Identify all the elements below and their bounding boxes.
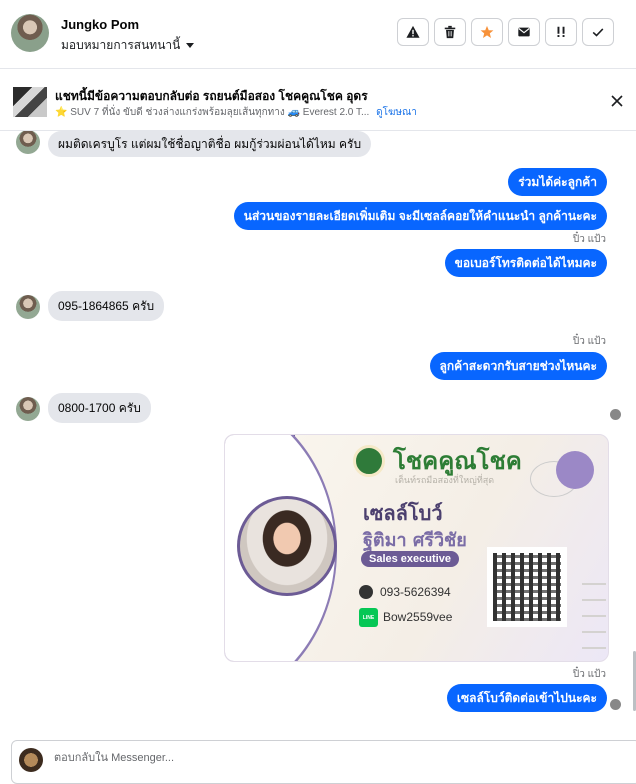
checkmark-icon	[592, 28, 604, 37]
ad-thumbnail[interactable]	[13, 87, 47, 117]
outgoing-message[interactable]: ลูกค้าสะดวกรับสายช่วงไหนคะ	[429, 352, 607, 380]
star-icon	[480, 25, 494, 38]
conversation-header: Jungko Pom มอบหมายการสนทนานี้	[0, 0, 636, 69]
read-receipt-avatar	[610, 409, 621, 420]
line-icon: LINE	[359, 608, 378, 627]
caret-down-icon	[186, 43, 195, 48]
follow-up-button[interactable]	[545, 18, 577, 46]
warning-triangle-icon	[406, 25, 420, 38]
sparkle-icon: ✦	[237, 633, 249, 649]
ad-context-banner: แชทนี้มีข้อความตอบกลับต่อ รถยนต์มือสอง โ…	[0, 69, 636, 131]
ad-title: แชทนี้มีข้อความตอบกลับต่อ รถยนต์มือสอง โ…	[55, 89, 368, 103]
incoming-message[interactable]: 0800-1700 ครับ	[48, 393, 151, 423]
sender-label: ปิ๋ว แป้ว	[572, 336, 606, 347]
sender-label: ปิ๋ว แป้ว	[572, 669, 606, 680]
exclamation-icon	[557, 26, 565, 37]
contact-avatar-small	[16, 131, 40, 154]
contact-name[interactable]: Jungko Pom	[61, 17, 139, 32]
contact-avatar-small	[16, 295, 40, 319]
card-phone: 093-5626394	[380, 585, 451, 599]
assign-label: มอบหมายการสนทนานี้	[61, 38, 181, 52]
incoming-message[interactable]: 095-1864865 ครับ	[48, 291, 165, 321]
done-button[interactable]	[582, 18, 614, 46]
card-tagline: เต็นท์รถมือสองที่ใหญ่ที่สุด	[395, 475, 495, 485]
sparkle-icon: ✦	[237, 447, 249, 463]
spam-button[interactable]	[397, 18, 429, 46]
envelope-icon	[518, 27, 530, 37]
trash-icon	[444, 25, 456, 39]
read-receipt-avatar	[610, 699, 621, 710]
contact-avatar-small	[16, 397, 40, 421]
star-button[interactable]	[471, 18, 503, 46]
qr-code	[487, 547, 567, 627]
message-thread[interactable]: ผมติดเครบูโร แต่ผมใช้ชื่อญาติชื่อ ผมกู้ร…	[0, 131, 636, 736]
outgoing-message[interactable]: นส่วนของรายละเอียดเพิ่มเติม จะมีเซลล์คอย…	[233, 202, 607, 230]
delete-button[interactable]	[434, 18, 466, 46]
sales-photo	[237, 496, 337, 596]
outgoing-message[interactable]: ร่วมได้ค่ะลูกค้า	[508, 168, 607, 196]
brand-logo-icon	[353, 445, 385, 477]
card-line-id: Bow2559vee	[383, 610, 453, 624]
business-card-image[interactable]: ✦ ✦ โชคคูณโชค เต็นท์รถมือสองที่ใหญ่ที่สุ…	[224, 434, 609, 662]
card-circle-decoration	[556, 451, 594, 489]
outgoing-message[interactable]: ขอเบอร์โทรติดต่อได้ไหมคะ	[444, 249, 607, 277]
card-fullname: ฐิติมา ศรีวิชัย	[363, 530, 467, 551]
reply-input[interactable]	[52, 751, 456, 765]
page-avatar	[19, 748, 43, 772]
chevron-decoration	[582, 575, 606, 655]
phone-icon	[359, 585, 373, 599]
card-role: Sales executive	[361, 551, 459, 567]
conversation-actions	[397, 18, 614, 46]
ad-description: ⭐ SUV 7 ที่นั่ง ขับดี ช่วงล่างแกร่งพร้อม…	[55, 107, 370, 118]
close-icon[interactable]	[610, 94, 624, 108]
ad-subtitle: ⭐ SUV 7 ที่นั่ง ขับดี ช่วงล่างแกร่งพร้อม…	[55, 105, 417, 120]
mark-unread-button[interactable]	[508, 18, 540, 46]
outgoing-message[interactable]: เซลล์โบว์ติดต่อเข้าไปนะคะ	[446, 684, 607, 712]
sender-label: ปิ๋ว แป้ว	[572, 234, 606, 245]
view-ad-link[interactable]: ดูโฆษณา	[376, 107, 417, 118]
assign-conversation-dropdown[interactable]: มอบหมายการสนทนานี้	[61, 36, 195, 55]
reply-composer	[11, 740, 636, 784]
incoming-message[interactable]: ผมติดเครบูโร แต่ผมใช้ชื่อญาติชื่อ ผมกู้ร…	[48, 131, 372, 157]
contact-avatar[interactable]	[11, 14, 49, 52]
